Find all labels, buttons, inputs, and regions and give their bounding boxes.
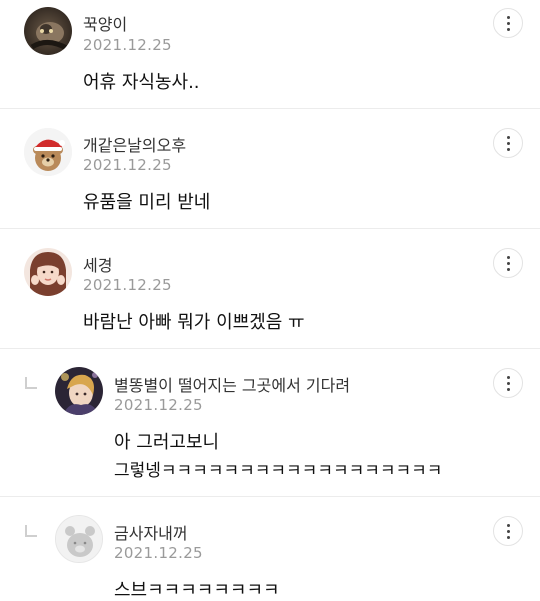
more-vertical-icon: [506, 254, 510, 272]
comment-author[interactable]: 꾹양이: [83, 11, 127, 35]
more-options-button[interactable]: [493, 128, 523, 158]
cat-photo-avatar[interactable]: [24, 7, 72, 55]
comment-text: 유품을 미리 받네: [83, 192, 211, 213]
comment-author[interactable]: 금사자내꺼: [114, 520, 188, 544]
anime-photo-avatar[interactable]: [55, 367, 103, 415]
more-vertical-icon: [506, 14, 510, 32]
comment-list: 꾹양이 2021.12.25 어휴 자식농사.. 개같은날의오후 2021.12…: [0, 0, 540, 601]
more-vertical-icon: [506, 522, 510, 540]
woman-photo-avatar[interactable]: [24, 248, 72, 296]
comment-date: 2021.12.25: [83, 276, 172, 294]
comment-item: 세경 2021.12.25 바람난 아빠 뭐가 이쁘겠음 ㅠ: [0, 229, 540, 348]
comment-text: 바람난 아빠 뭐가 이쁘겠음 ㅠ: [83, 312, 305, 333]
comment-text: 스브ㅋㅋㅋㅋㅋㅋㅋㅋ: [114, 580, 280, 601]
comment-text: 어휴 자식농사..: [83, 72, 200, 93]
comment-author[interactable]: 개같은날의오후: [83, 132, 186, 156]
more-options-button[interactable]: [493, 8, 523, 38]
comment-author[interactable]: 별똥별이 떨어지는 그곳에서 기다려: [114, 372, 350, 396]
default-bear-avatar[interactable]: [55, 515, 103, 563]
comment-author[interactable]: 세경: [83, 252, 112, 276]
reply-arrow-icon: [25, 377, 37, 389]
comment-item: 꾹양이 2021.12.25 어휴 자식농사..: [0, 0, 540, 108]
reply-arrow-icon: [25, 525, 37, 537]
more-options-button[interactable]: [493, 516, 523, 546]
reply-item: 별똥별이 떨어지는 그곳에서 기다려 2021.12.25 아 그러고보니 그렇…: [0, 349, 540, 496]
comment-date: 2021.12.25: [114, 544, 203, 562]
reply-item: 금사자내꺼 2021.12.25 스브ㅋㅋㅋㅋㅋㅋㅋㅋ: [0, 497, 540, 601]
comment-date: 2021.12.25: [83, 156, 172, 174]
more-vertical-icon: [506, 374, 510, 392]
more-options-button[interactable]: [493, 248, 523, 278]
more-vertical-icon: [506, 134, 510, 152]
santa-bear-avatar[interactable]: [24, 128, 72, 176]
comment-date: 2021.12.25: [83, 36, 172, 54]
comment-text: 그렇넹ㅋㅋㅋㅋㅋㅋㅋㅋㅋㅋㅋㅋㅋㅋㅋㅋㅋㅋ: [114, 461, 443, 481]
comment-text: 아 그러고보니: [114, 432, 220, 453]
comment-date: 2021.12.25: [114, 396, 203, 414]
more-options-button[interactable]: [493, 368, 523, 398]
comment-item: 개같은날의오후 2021.12.25 유품을 미리 받네: [0, 109, 540, 228]
